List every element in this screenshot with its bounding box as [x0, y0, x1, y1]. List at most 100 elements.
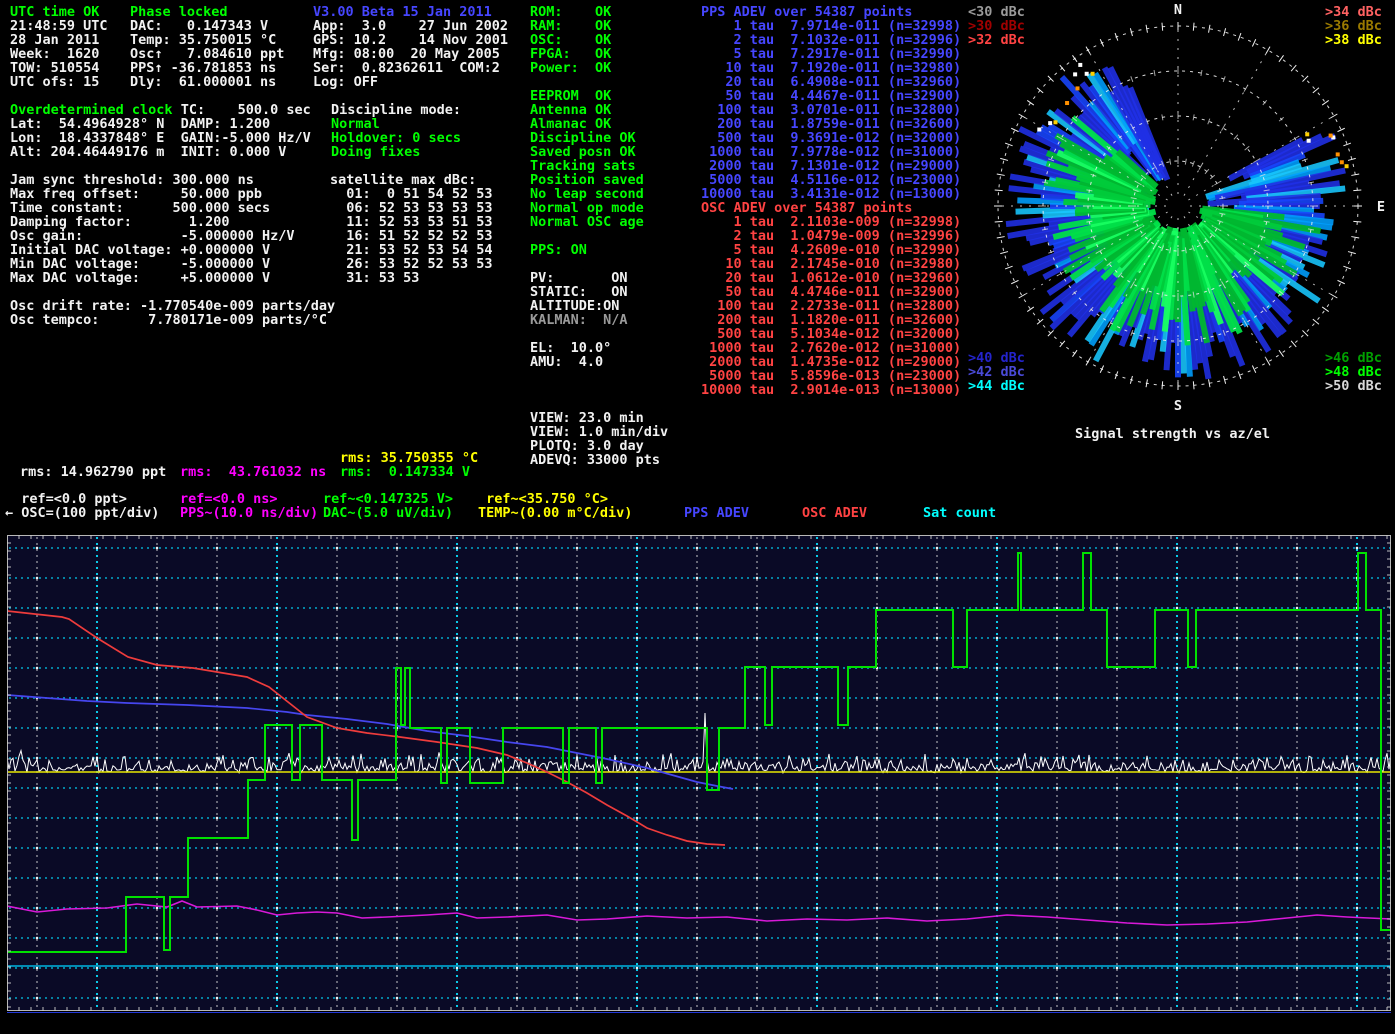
trace-pps-adev-curve [7, 695, 733, 789]
adev-tables-block-line: 1000 tau 7.9778e-012 (n=31000) [701, 145, 961, 159]
outer-ring-tick [1353, 221, 1361, 222]
receiver-health-block-line: FPGA: OK [530, 47, 668, 61]
timeseries-plot-area[interactable] [7, 535, 1391, 1011]
receiver-health-block-line: Antenna OK [530, 103, 668, 117]
loop-params-block-line: Time constant: 500.000 secs [10, 201, 335, 215]
oscillator-status-block-line: Phase locked [130, 5, 284, 19]
loop-params-block-line: Jam sync threshold: 300.000 ns [10, 173, 335, 187]
ring-tick [1214, 182, 1219, 185]
utc-status-block-line: Week: 1620 [10, 47, 108, 61]
rms-temp-label: rms: 35.750355 °C [340, 451, 478, 465]
adev-tables-block-line: 2000 tau 7.1301e-012 (n=29000) [701, 159, 961, 173]
outer-ring-tick [1209, 379, 1210, 387]
rms-osc-label: rms: 14.962790 ppt [20, 465, 166, 479]
receiver-health-block-line: VIEW: 23.0 min [530, 411, 668, 425]
outer-ring-tick [1146, 25, 1147, 33]
loop-params-block-line: Initial DAC voltage: +0.000000 V [10, 243, 335, 257]
ref-pps-label-line: PPS~(10.0 ns/div) [180, 506, 318, 520]
receiver-health-block-line [530, 327, 668, 341]
ref-pps-label-text: PPS~(10.0 ns/div) [180, 505, 318, 521]
ring-tick [1185, 159, 1186, 165]
signal-speck [1037, 128, 1041, 132]
satellite-dbc-table-line: 16: 51 52 52 52 53 [330, 229, 493, 243]
ring-tick [1208, 119, 1210, 125]
ring-tick [1279, 117, 1284, 121]
outer-ring-tick [1279, 55, 1284, 62]
loop-params-block-line: Damping factor: 1.200 [10, 215, 335, 229]
legend-pps-adev: PPS ADEV [684, 506, 749, 520]
signal-speck [1078, 63, 1082, 67]
ring-tick [1131, 76, 1133, 82]
receiver-health-block-line: AMU: 4.0 [530, 355, 668, 369]
receiver-health-block-line [530, 229, 668, 243]
trace-pps-ns [7, 901, 1391, 925]
outer-ring-tick [1353, 190, 1361, 191]
outer-ring-tick [1322, 307, 1329, 312]
signal-strength-polar-plot: NSEW [990, 0, 1395, 432]
polar-plot-canvas: NSEW [990, 0, 1395, 432]
outer-ring-tick [1252, 39, 1255, 46]
loop-params-block-line: Osc drift rate: -1.770540e-009 parts/day [10, 299, 335, 313]
discipline-mode-block-line: Holdover: 0 secs [331, 131, 461, 145]
adev-tables-block-line: 50 tau 4.4746e-011 (n=32900) [701, 285, 961, 299]
outer-ring-tick [1072, 55, 1077, 62]
ref-temp-label-line: ref~<35.750 °C> [478, 492, 632, 506]
satellite-dbc-table-line: satellite max dBc: [330, 173, 493, 187]
outer-ring-tick [1019, 114, 1026, 118]
ring-tick [1154, 70, 1155, 76]
rms-dac-label-text: rms: 0.147334 V [340, 464, 470, 480]
outer-ring-tick [1162, 23, 1163, 31]
ref-pps-label: ref=<0.0 ns>PPS~(10.0 ns/div) [180, 492, 318, 520]
adev-tables-block-line: 1 tau 2.1103e-009 (n=32998) [701, 215, 961, 229]
outer-ring-tick [1351, 174, 1359, 175]
outer-ring-tick [1037, 319, 1043, 324]
outer-ring-tick [1252, 366, 1255, 373]
utc-status-block: UTC time OK21:48:59 UTC28 Jan 2011Week: … [10, 5, 108, 89]
polar-plot-title: Signal strength vs az/el [1075, 426, 1270, 442]
outer-ring-tick [1005, 266, 1013, 269]
position-block-line: Lon: 18.4337848° E GAIN:-5.000 Hz/V [10, 131, 311, 145]
outer-ring-tick [1000, 158, 1008, 160]
adev-tables-block-line: 1 tau 7.9714e-011 (n=32998) [701, 19, 961, 33]
discipline-mode-block-line: Discipline mode: [331, 103, 461, 117]
rms-dac-label: rms: 0.147334 V [340, 465, 470, 479]
outer-ring-tick [1060, 65, 1065, 71]
receiver-health-block-line: OSC: OK [530, 33, 668, 47]
adev-tables-block-line: 20 tau 1.0612e-010 (n=32960) [701, 271, 961, 285]
utc-status-block-text: UTC ofs: 15 [10, 74, 99, 90]
ring-tick [1199, 164, 1202, 169]
receiver-health-block-line: EL: 10.0° [530, 341, 668, 355]
adev-tables-block-line: OSC ADEV over 54387 points [701, 201, 961, 215]
utc-status-block-line: 21:48:59 UTC [10, 19, 108, 33]
ref-temp-label-text: TEMP~(0.00 m°C/div) [478, 505, 632, 521]
adev-tables-block-line: 100 tau 2.2733e-011 (n=32800) [701, 299, 961, 313]
receiver-health-block-line [530, 397, 668, 411]
outer-ring-tick [1238, 33, 1241, 41]
receiver-health-block-line: ADEVQ: 33000 pts [530, 453, 668, 467]
outer-ring-tick [1086, 47, 1090, 54]
receiver-health-block-line: Tracking sats [530, 159, 668, 173]
outer-ring-tick [1343, 266, 1351, 269]
signal-speck [1345, 164, 1349, 168]
trace-sat-count [7, 553, 1391, 952]
receiver-health-block-line [530, 257, 668, 271]
plot-border [8, 536, 1391, 1011]
receiver-health-block-line: Position saved [530, 173, 668, 187]
ref-osc-label: ref=<0.0 ppt>← OSC=(100 ppt/div) [5, 492, 159, 520]
compass-label-east: E [1377, 199, 1385, 215]
version-block-line: Log: OFF [313, 75, 508, 89]
outer-ring-tick [1338, 280, 1345, 283]
loop-params-block-line: Max DAC voltage: +5.000000 V [10, 271, 335, 285]
receiver-health-block-line: STATIC: ON [530, 285, 668, 299]
rms-dac-label-line: rms: 0.147334 V [340, 465, 470, 479]
outer-ring-tick [1209, 25, 1210, 33]
signal-speck [1340, 160, 1344, 164]
timeseries-plot-canvas [7, 535, 1391, 1011]
adev-tables-block-line: 200 tau 1.1820e-011 (n=32600) [701, 313, 961, 327]
ref-temp-label: ref~<35.750 °C>TEMP~(0.00 m°C/div) [478, 492, 632, 520]
outer-ring-tick [1266, 358, 1270, 365]
ring-tick [1170, 159, 1171, 165]
satellite-dbc-table-line: 21: 53 52 53 54 54 [330, 243, 493, 257]
loop-params-block-text: Osc tempco: 7.780171e-009 parts/°C [10, 312, 327, 328]
loop-params-block-text: Max DAC voltage: +5.000000 V [10, 270, 270, 286]
